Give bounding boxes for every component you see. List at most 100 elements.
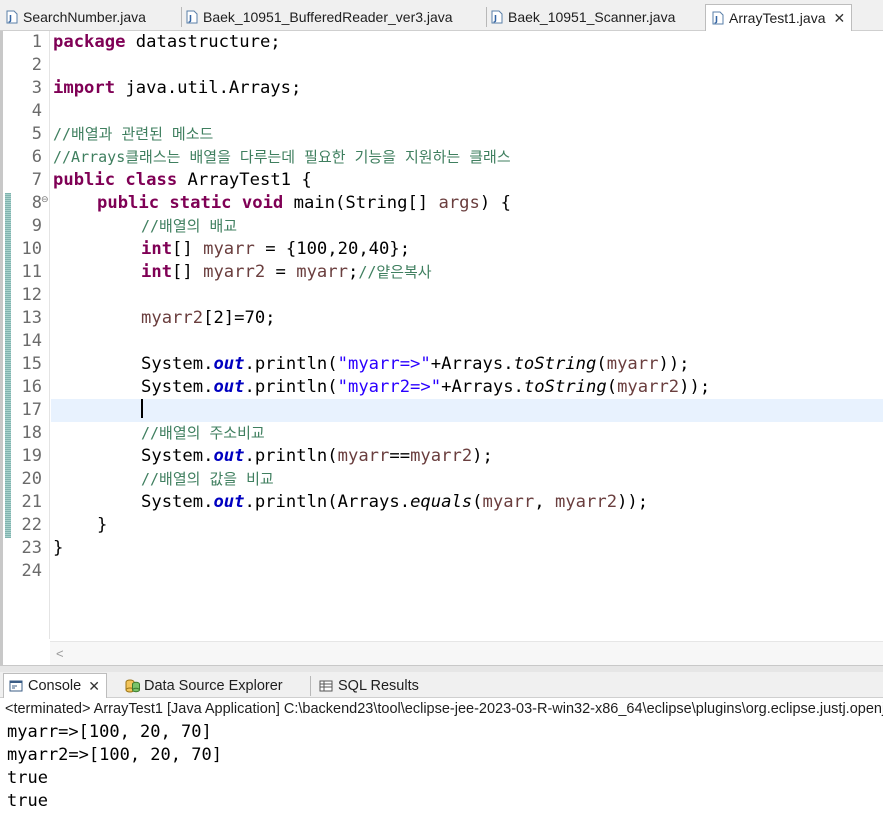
console-line: true — [7, 768, 48, 788]
data-source-icon — [125, 679, 140, 693]
code-comment: //배열의 값을 비교 — [141, 470, 274, 488]
tab-separator — [310, 676, 311, 696]
line-number: 17 — [21, 400, 42, 420]
line-number: 10 — [21, 239, 42, 259]
fold-toggle-icon[interactable]: ⊖ — [41, 195, 49, 205]
tab-search-number[interactable]: J SearchNumber.java — [6, 5, 146, 29]
code-text: public static void main(String[] args) { — [97, 193, 511, 213]
code-line: 4 — [3, 100, 883, 123]
code-line: 22 } — [3, 514, 883, 537]
code-line: 13 myarr2[2]=70; — [3, 307, 883, 330]
code-line: 21 System.out.println(Arrays.equals(myar… — [3, 491, 883, 514]
code-text: public class ArrayTest1 { — [53, 170, 312, 190]
code-line: 6 //Arrays클래스는 배열을 다루는데 필요한 기능을 지원하는 클래스 — [3, 146, 883, 169]
editor-tab-bar: J SearchNumber.java J Baek_10951_Buffere… — [0, 0, 883, 31]
line-number: 24 — [21, 561, 42, 581]
code-line: 11 int[] myarr2 = myarr;//얕은복사 — [3, 261, 883, 284]
code-comment: //배열과 관련된 메소드 — [53, 125, 214, 143]
code-line: 15 System.out.println("myarr=>"+Arrays.t… — [3, 353, 883, 376]
svg-text:J: J — [188, 14, 192, 23]
console-tab-bar: Console ✕ Data Source Explorer SQL Resul… — [0, 672, 883, 698]
tab-label: Console — [28, 678, 82, 694]
code-comment: //배열의 주소비교 — [141, 424, 265, 442]
line-number: 16 — [21, 377, 42, 397]
panel-divider[interactable] — [0, 665, 883, 672]
svg-text:J: J — [714, 15, 718, 24]
tab-label: Data Source Explorer — [144, 677, 283, 694]
line-number: 11 — [21, 262, 42, 282]
code-line: 2 — [3, 54, 883, 77]
line-number: 14 — [21, 331, 42, 351]
line-number: 1 — [31, 32, 42, 52]
java-file-icon: J — [491, 10, 503, 24]
line-number: 19 — [21, 446, 42, 466]
line-number: 4 — [31, 101, 42, 121]
code-line: 5 //배열과 관련된 메소드 — [3, 123, 883, 146]
code-line: 14 — [3, 330, 883, 353]
line-number: 7 — [31, 170, 42, 190]
code-text: System.out.println(Arrays.equals(myarr, … — [141, 492, 649, 512]
code-editor[interactable]: 1 package datastructure; 2 3 import java… — [0, 31, 883, 665]
java-file-icon: J — [6, 10, 18, 24]
tab-label: Baek_10951_Scanner.java — [508, 9, 676, 25]
code-line: 7 public class ArrayTest1 { — [3, 169, 883, 192]
tab-separator — [181, 7, 182, 27]
code-text: myarr2[2]=70; — [141, 308, 276, 328]
code-text: System.out.println(myarr==myarr2); — [141, 446, 493, 466]
tab-array-test1[interactable]: J ArrayTest1.java ✕ — [705, 4, 853, 31]
code-text: System.out.println("myarr=>"+Arrays.toSt… — [141, 354, 690, 374]
java-file-icon: J — [186, 10, 198, 24]
code-text: import java.util.Arrays; — [53, 78, 302, 98]
code-text: System.out.println("myarr2=>"+Arrays.toS… — [141, 377, 711, 397]
tab-label: Baek_10951_BufferedReader_ver3.java — [203, 9, 453, 25]
code-text: int[] myarr2 = myarr;//얕은복사 — [141, 262, 432, 282]
scroll-left-icon[interactable]: < — [56, 646, 64, 661]
tab-baek-scanner[interactable]: J Baek_10951_Scanner.java — [491, 5, 675, 29]
code-line: 12 — [3, 284, 883, 307]
code-line: 1 package datastructure; — [3, 31, 883, 54]
code-line: 18 //배열의 주소비교 — [3, 422, 883, 445]
tab-separator — [486, 7, 487, 27]
tab-console[interactable]: Console ✕ — [3, 673, 107, 698]
code-line: 10 int[] myarr = {100,20,40}; — [3, 238, 883, 261]
console-output[interactable]: <terminated> ArrayTest1 [Java Applicatio… — [0, 698, 883, 825]
line-number: 22 — [21, 515, 42, 535]
line-number: 3 — [31, 78, 42, 98]
code-comment: //배열의 배교 — [141, 217, 238, 235]
sql-results-icon — [319, 679, 333, 693]
code-line: 8 ⊖ public static void main(String[] arg… — [3, 192, 883, 215]
line-number: 13 — [21, 308, 42, 328]
line-number: 8 — [31, 193, 42, 213]
text-cursor — [141, 399, 143, 422]
line-number: 21 — [21, 492, 42, 512]
tab-label: SQL Results — [338, 677, 419, 694]
code-line: 3 import java.util.Arrays; — [3, 77, 883, 100]
code-line: 19 System.out.println(myarr==myarr2); — [3, 445, 883, 468]
code-line: 20 //배열의 값을 비교 — [3, 468, 883, 491]
line-number: 12 — [21, 285, 42, 305]
code-comment: //Arrays클래스는 배열을 다루는데 필요한 기능을 지원하는 클래스 — [53, 148, 511, 166]
tab-label: SearchNumber.java — [23, 9, 146, 25]
code-text: } — [53, 538, 64, 558]
tab-baek-bufferedreader[interactable]: J Baek_10951_BufferedReader_ver3.java — [186, 5, 453, 29]
code-line: 17 — [3, 399, 883, 422]
console-icon — [9, 679, 23, 693]
close-icon[interactable]: ✕ — [88, 678, 100, 695]
tab-data-source-explorer[interactable]: Data Source Explorer — [125, 674, 283, 697]
terminated-status: <terminated> ArrayTest1 [Java Applicatio… — [5, 701, 883, 717]
code-text: package datastructure; — [53, 32, 281, 52]
code-line: 16 System.out.println("myarr2=>"+Arrays.… — [3, 376, 883, 399]
svg-text:J: J — [8, 14, 12, 23]
tab-sql-results[interactable]: SQL Results — [319, 674, 419, 697]
console-line: myarr=>[100, 20, 70] — [7, 722, 212, 742]
line-number: 20 — [21, 469, 42, 489]
code-text: } — [97, 515, 108, 535]
code-line: 24 — [3, 560, 883, 583]
line-number: 6 — [31, 147, 42, 167]
tab-label: ArrayTest1.java — [729, 10, 826, 26]
svg-text:J: J — [493, 14, 497, 23]
line-number: 2 — [31, 55, 42, 75]
line-number: 15 — [21, 354, 42, 374]
horizontal-scrollbar[interactable]: < — [50, 641, 883, 665]
close-icon[interactable]: ✕ — [833, 10, 845, 27]
